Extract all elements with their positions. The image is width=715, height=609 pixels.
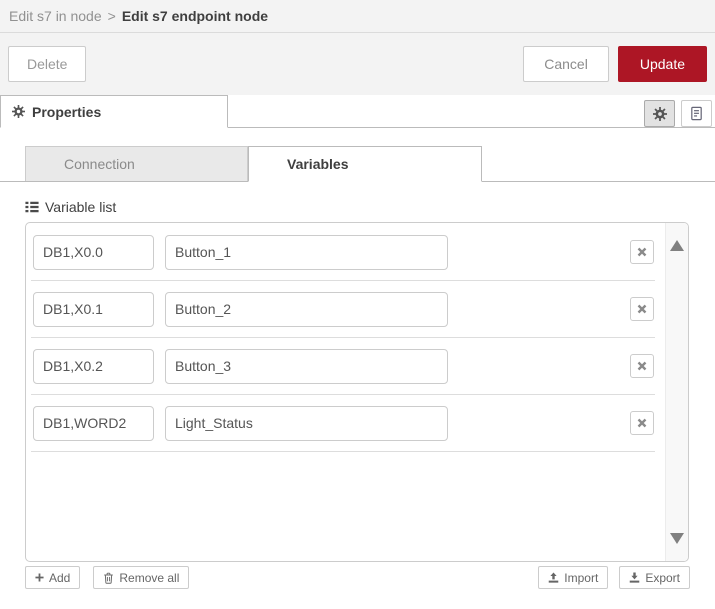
download-icon (629, 572, 640, 583)
gear-icon (12, 105, 25, 118)
variable-list-label: Variable list (25, 199, 715, 215)
x-icon (637, 418, 647, 428)
variable-row (31, 281, 655, 338)
add-button[interactable]: Add (25, 566, 81, 589)
variable-list-footer: Add Remove all Import Export (25, 566, 690, 589)
address-input[interactable] (33, 291, 154, 327)
remove-all-button[interactable]: Remove all (93, 566, 190, 589)
variable-list-title: Variable list (45, 199, 117, 215)
tab-properties-label: Properties (32, 103, 102, 120)
address-input[interactable] (33, 234, 154, 270)
document-icon (689, 106, 704, 121)
breadcrumb-separator: > (107, 8, 116, 24)
import-button[interactable]: Import (538, 566, 609, 589)
name-input[interactable] (165, 291, 448, 327)
editor-tab-bar: Properties (0, 95, 715, 128)
remove-row-button[interactable] (630, 411, 654, 435)
breadcrumb: Edit s7 in node > Edit s7 endpoint node (0, 0, 715, 33)
scrollbar[interactable] (665, 223, 688, 561)
name-input[interactable] (165, 234, 448, 270)
s7-subtab-bar: Connection Variables (0, 146, 715, 182)
variable-rows (26, 223, 658, 452)
upload-icon (548, 572, 559, 583)
address-input[interactable] (33, 405, 154, 441)
subtab-connection-label: Connection (64, 156, 135, 172)
trash-icon (103, 572, 114, 584)
remove-row-button[interactable] (630, 354, 654, 378)
subtab-variables[interactable]: Variables (248, 146, 482, 182)
tab-properties[interactable]: Properties (0, 95, 228, 128)
address-input[interactable] (33, 348, 154, 384)
node-settings-button[interactable] (644, 100, 675, 127)
triangle-up-icon[interactable] (670, 240, 684, 251)
subtab-connection[interactable]: Connection (25, 146, 248, 181)
triangle-down-icon[interactable] (670, 533, 684, 544)
x-icon (637, 361, 647, 371)
gear-icon (652, 106, 667, 121)
list-icon (25, 200, 39, 214)
name-input[interactable] (165, 348, 448, 384)
delete-button[interactable]: Delete (8, 46, 87, 82)
page-title: Edit s7 endpoint node (121, 8, 269, 24)
name-input[interactable] (165, 405, 448, 441)
x-icon (637, 247, 647, 257)
breadcrumb-parent-link[interactable]: Edit s7 in node (9, 8, 102, 24)
subtab-variables-label: Variables (287, 156, 349, 172)
variable-row (31, 395, 655, 452)
node-description-button[interactable] (681, 100, 712, 127)
x-icon (637, 304, 647, 314)
update-button[interactable]: Update (617, 46, 707, 82)
tray-toolbar: Delete Cancel Update (0, 33, 715, 95)
variable-row (31, 224, 655, 281)
plus-icon (35, 573, 44, 582)
export-button[interactable]: Export (619, 566, 690, 589)
cancel-button[interactable]: Cancel (523, 46, 609, 82)
remove-row-button[interactable] (630, 240, 654, 264)
remove-row-button[interactable] (630, 297, 654, 321)
variable-row (31, 338, 655, 395)
variable-list-container (25, 222, 689, 562)
